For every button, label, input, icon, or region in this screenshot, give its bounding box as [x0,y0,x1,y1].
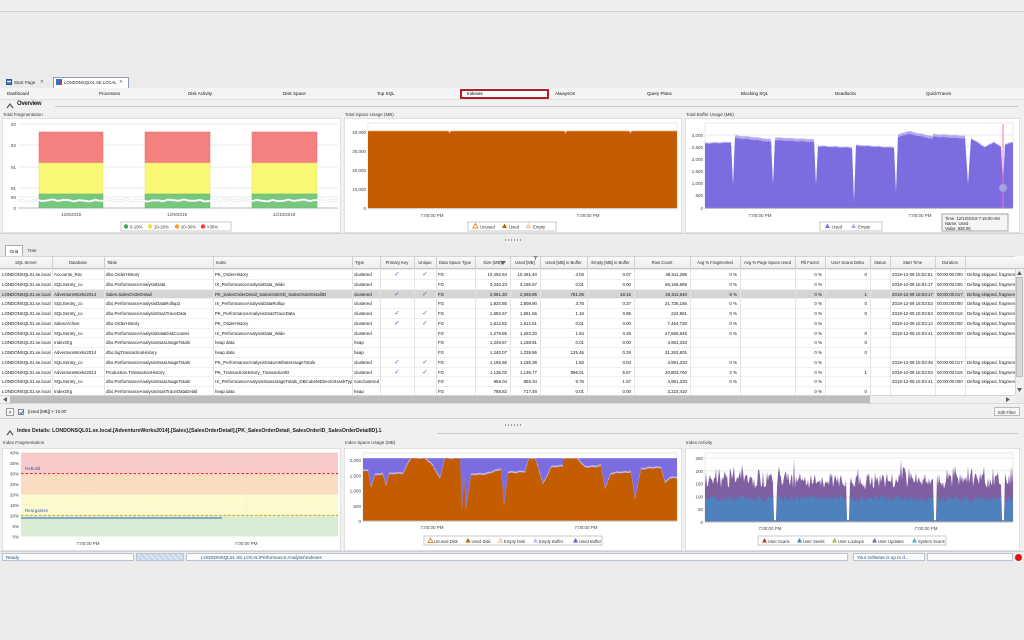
svg-text:91: 91 [11,165,17,170]
svg-text:12/10/2019: 12/10/2019 [273,212,296,217]
svg-text:User Lookups: User Lookups [838,539,864,544]
svg-text:150: 150 [695,482,703,487]
svg-text:Used: Used [832,225,843,230]
svg-text:40,000: 40,000 [352,130,366,135]
svg-text:7:00:00 PM: 7:00:00 PM [914,526,937,531]
svg-text:50: 50 [698,507,704,512]
svg-text:200: 200 [695,469,703,474]
svg-text:91: 91 [11,186,17,191]
svg-text:>30%: >30% [207,225,218,230]
svg-text:7:00:00 PM: 7:00:00 PM [420,525,443,530]
svg-text:100: 100 [695,494,703,499]
svg-text:User Seeks: User Seeks [803,539,825,544]
svg-text:Used Buffer: Used Buffer [579,539,602,544]
svg-text:90: 90 [11,195,17,200]
svg-text:7:00:00 PM: 7:00:00 PM [76,541,99,546]
svg-text:1,000: 1,000 [692,181,704,186]
svg-text:20,000: 20,000 [352,168,366,173]
svg-text:Value: 838.05: Value: 838.05 [945,226,971,231]
svg-text:12/8/2019: 12/8/2019 [61,212,82,217]
svg-text:10,000: 10,000 [352,187,366,192]
svg-text:5%: 5% [12,524,19,529]
svg-text:500: 500 [353,504,361,509]
svg-text:15%: 15% [10,503,19,508]
svg-text:Empty: Empty [533,225,546,230]
svg-text:User Updates: User Updates [878,539,904,544]
svg-text:1,500: 1,500 [350,473,362,478]
svg-text:25%: 25% [10,482,19,487]
svg-text:250: 250 [695,456,703,461]
svg-text:7:00:00 PM: 7:00:00 PM [748,213,771,218]
svg-text:20%: 20% [10,493,19,498]
svg-text:0-10%: 0-10% [130,225,143,230]
svg-text:30%: 30% [10,472,19,477]
svg-text:0%: 0% [12,534,19,539]
svg-text:20-30%: 20-30% [181,225,196,230]
svg-text:35%: 35% [10,461,19,466]
svg-text:User Scans: User Scans [768,539,790,544]
svg-text:Unused: Unused [480,225,495,230]
svg-text:12/9/2019: 12/9/2019 [167,212,188,217]
svg-text:3,000: 3,000 [692,133,704,138]
svg-text:Empty Buffer: Empty Buffer [539,539,564,544]
svg-text:2,500: 2,500 [692,145,704,150]
svg-text:7:00:00 PM: 7:00:00 PM [758,526,781,531]
svg-text:1,500: 1,500 [692,169,704,174]
svg-text:7:00:00 PM: 7:00:00 PM [576,213,599,218]
svg-text:7:00:00 PM: 7:00:00 PM [420,213,443,218]
svg-text:7:00:00 PM: 7:00:00 PM [574,525,597,530]
svg-text:Reorganize: Reorganize [25,508,49,513]
svg-text:Rebuild: Rebuild [25,466,41,471]
svg-text:7:00:00 PM: 7:00:00 PM [234,541,257,546]
svg-text:30,000: 30,000 [352,149,366,154]
svg-text:40%: 40% [10,451,19,456]
svg-text:Unused Disk: Unused Disk [434,539,459,544]
svg-text:Empty Disk: Empty Disk [504,539,526,544]
svg-text:Used Disk: Used Disk [472,539,492,544]
svg-text:500: 500 [695,193,703,198]
svg-text:92: 92 [11,143,17,148]
svg-text:System Scans: System Scans [918,539,945,544]
svg-text:92: 92 [11,122,17,127]
svg-text:Empty: Empty [858,225,871,230]
svg-text:10-20%: 10-20% [154,225,169,230]
svg-text:Used: Used [509,225,520,230]
svg-text:10%: 10% [10,513,19,518]
svg-text:2,000: 2,000 [692,157,704,162]
svg-text:1,000: 1,000 [350,489,362,494]
svg-text:2,000: 2,000 [350,458,362,463]
svg-text:7:00:00 PM: 7:00:00 PM [908,213,931,218]
